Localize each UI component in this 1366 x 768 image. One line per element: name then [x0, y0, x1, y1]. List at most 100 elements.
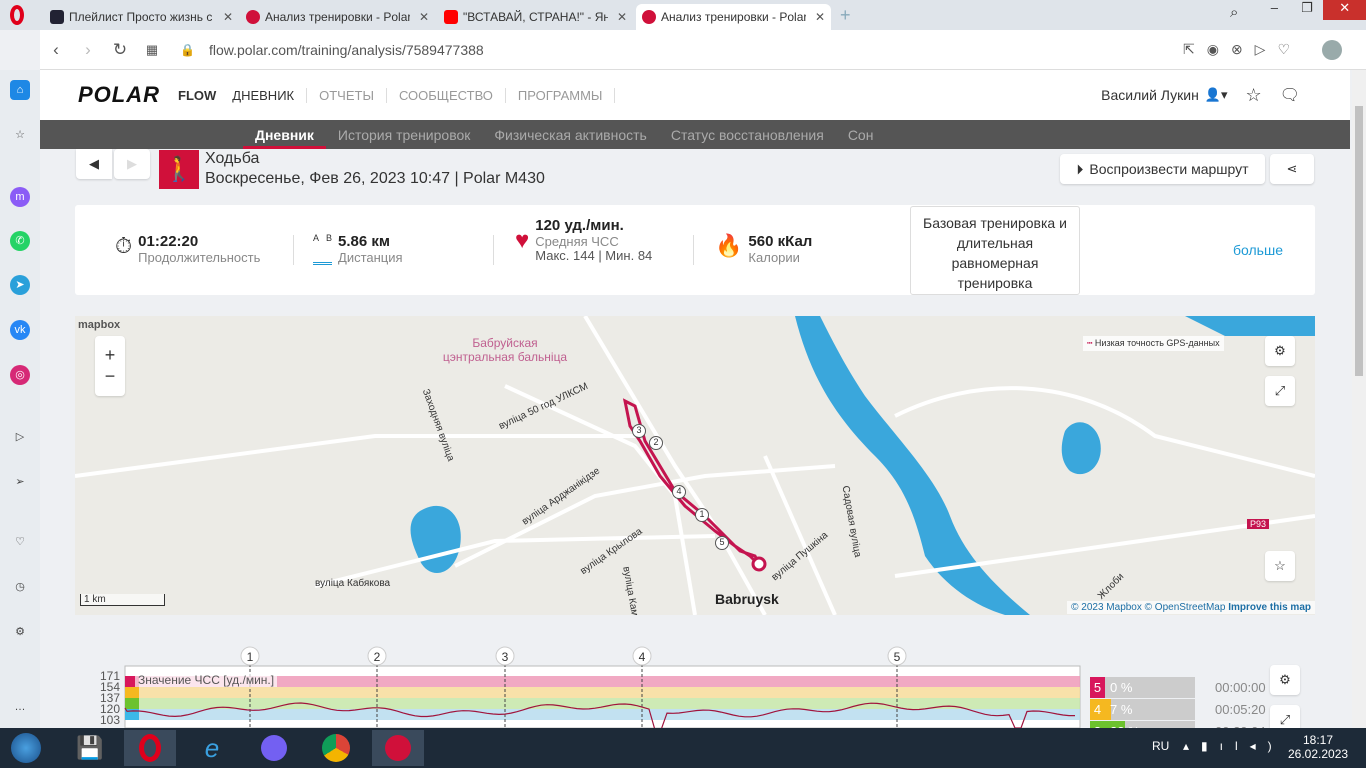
tab[interactable]: "ВСТАВАЙ, СТРАНА!" - Ян ✕ — [438, 4, 633, 30]
instagram-icon[interactable]: ◎ — [10, 365, 30, 385]
save-app-icon[interactable]: 💾 — [64, 730, 116, 766]
user-name[interactable]: Василий Лукин — [1101, 87, 1199, 103]
reload-icon[interactable]: ↻ — [104, 40, 136, 60]
prev-session-button[interactable]: ◀ — [76, 149, 112, 179]
lap-label: 2 — [374, 650, 381, 664]
hr-value: 120 уд./мин. — [535, 217, 624, 234]
zone-row: 322 %00:20:04 — [1090, 721, 1266, 728]
map-settings-button[interactable]: ⚙ — [1265, 336, 1295, 366]
map-legend: ┅ Низкая точность GPS-данных — [1083, 336, 1224, 351]
nav-programs[interactable]: ПРОГРАММЫ — [506, 87, 616, 103]
maximize-icon[interactable]: ❐ — [1291, 0, 1324, 20]
chart-settings-button[interactable]: ⚙ — [1270, 665, 1300, 695]
player-icon[interactable]: ▷ — [10, 427, 30, 447]
subnav-diary[interactable]: Дневник — [243, 120, 326, 149]
walking-icon: 🚶 — [159, 150, 199, 189]
subnav-sleep[interactable]: Сон — [836, 120, 886, 149]
zoom-controls: + − — [95, 336, 125, 396]
fullscreen-button[interactable]: ⤢ — [1265, 376, 1295, 406]
start-button[interactable] — [0, 730, 52, 766]
home-icon[interactable]: ⌂ — [10, 80, 30, 100]
scrollbar[interactable] — [1352, 70, 1366, 728]
lap-marker[interactable]: 4 — [672, 485, 686, 499]
chart-expand-button[interactable]: ⤢ — [1270, 705, 1300, 728]
send-icon[interactable]: ➢ — [10, 472, 30, 492]
tab-active[interactable]: Анализ тренировки - Polar ✕ — [636, 4, 831, 30]
telegram-icon[interactable]: ➤ — [10, 275, 30, 295]
zone-number: 5 — [1090, 677, 1105, 698]
hr-label: Средняя ЧСС — [535, 234, 619, 249]
opera-taskbar-icon[interactable] — [124, 730, 176, 766]
heart-rate-icon: ♥ — [515, 227, 530, 254]
tab[interactable]: Плейлист Просто жизнь с ✕ — [44, 4, 239, 30]
opera-logo-icon[interactable] — [10, 5, 24, 25]
clock-time[interactable]: 18:17 — [1288, 733, 1348, 747]
road-shield: P93 — [1247, 519, 1270, 529]
map-label-hospital: Бабруйская цэнтральная бальніца — [442, 336, 568, 364]
user-icon[interactable]: 👤▾ — [1205, 87, 1228, 103]
map-copyright[interactable]: © 2023 Mapbox © OpenStreetMap — [1071, 602, 1225, 613]
zone-bar: 0 % — [1105, 677, 1195, 698]
improve-map-link[interactable]: Improve this map — [1228, 602, 1311, 613]
calories-value: 560 кКал — [748, 233, 813, 250]
new-tab-icon[interactable]: + — [840, 5, 851, 26]
more-icon[interactable]: … — [10, 697, 30, 717]
subnav-history[interactable]: История тренировок — [326, 120, 482, 149]
address-bar: ‹ › ↻ ▦ 🔒 flow.polar.com/training/analys… — [40, 30, 1366, 70]
close-icon[interactable]: ✕ — [223, 10, 233, 24]
close-window-icon[interactable]: ✕ — [1323, 0, 1366, 20]
nav-diary[interactable]: ДНЕВНИК — [220, 87, 308, 103]
address-bar-tools-icon[interactable]: ⇱◉⊗▷♡ — [1183, 41, 1302, 58]
next-session-button[interactable]: ▶ — [114, 149, 150, 179]
url-field[interactable]: flow.polar.com/training/analysis/7589477… — [209, 42, 484, 58]
favicon-icon — [246, 10, 260, 24]
nav-community[interactable]: СООБЩЕСТВО — [387, 87, 506, 103]
subnav-activity[interactable]: Физическая активность — [482, 120, 658, 149]
close-icon[interactable]: ✕ — [617, 10, 627, 24]
language-indicator[interactable]: RU — [1152, 739, 1169, 753]
polar-logo[interactable]: POLAR — [78, 82, 160, 108]
zoom-in-button[interactable]: + — [105, 345, 116, 366]
viber-icon[interactable] — [248, 730, 300, 766]
messenger-icon[interactable]: m — [10, 187, 30, 207]
chrome-icon[interactable] — [310, 730, 362, 766]
route-map[interactable]: mapbox + − Бабруйская цэнтральная бальніц… — [75, 316, 1315, 615]
close-icon[interactable]: ✕ — [419, 10, 429, 24]
favorite-star-icon[interactable]: ☆ — [1246, 85, 1262, 106]
star-icon[interactable]: ☆ — [10, 125, 30, 145]
subnav-recovery[interactable]: Статус восстановления — [659, 120, 836, 149]
lap-marker[interactable]: 1 — [695, 508, 709, 522]
history-icon[interactable]: ◷ — [10, 577, 30, 597]
share-button[interactable]: ⋖ — [1270, 154, 1314, 184]
whatsapp-icon[interactable]: ✆ — [10, 231, 30, 251]
mapbox-logo[interactable]: mapbox — [78, 319, 120, 331]
tray-icons[interactable]: ▴▮ıl◂) — [1183, 739, 1284, 753]
forward-icon[interactable]: › — [72, 40, 104, 60]
lap-label: 4 — [639, 650, 646, 664]
nav-reports[interactable]: ОТЧЕТЫ — [307, 87, 387, 103]
tabs-grid-icon[interactable]: ▦ — [136, 42, 168, 58]
vk-icon[interactable]: vk — [10, 320, 30, 340]
zoom-out-button[interactable]: − — [105, 366, 116, 387]
zone-bar: 22 % — [1105, 721, 1195, 728]
settings-icon[interactable]: ⚙ — [10, 622, 30, 642]
profile-icon[interactable] — [1322, 39, 1342, 60]
notifications-icon[interactable]: 🗨 — [1280, 85, 1300, 105]
search-icon[interactable]: ⌕ — [1230, 4, 1238, 21]
heart-icon[interactable]: ♡ — [10, 532, 30, 552]
zone-swatch — [125, 687, 139, 698]
more-link[interactable]: больше — [1233, 242, 1283, 258]
ie-icon[interactable]: e — [186, 730, 238, 766]
map-favorite-button[interactable]: ☆ — [1265, 551, 1295, 581]
minimize-icon[interactable]: – — [1258, 0, 1291, 20]
replay-route-button[interactable]: ⏵ Воспроизвести маршрут — [1060, 154, 1265, 184]
close-icon[interactable]: ✕ — [815, 10, 825, 24]
lap-marker[interactable]: 2 — [649, 436, 663, 450]
zone-swatch — [125, 698, 139, 709]
back-icon[interactable]: ‹ — [40, 40, 72, 60]
clock-date[interactable]: 26.02.2023 — [1288, 747, 1348, 761]
tab[interactable]: Анализ тренировки - Polar ✕ — [240, 4, 435, 30]
lap-marker[interactable]: 5 — [715, 536, 729, 550]
polar-taskbar-icon[interactable] — [372, 730, 424, 766]
lap-marker[interactable]: 3 — [632, 424, 646, 438]
